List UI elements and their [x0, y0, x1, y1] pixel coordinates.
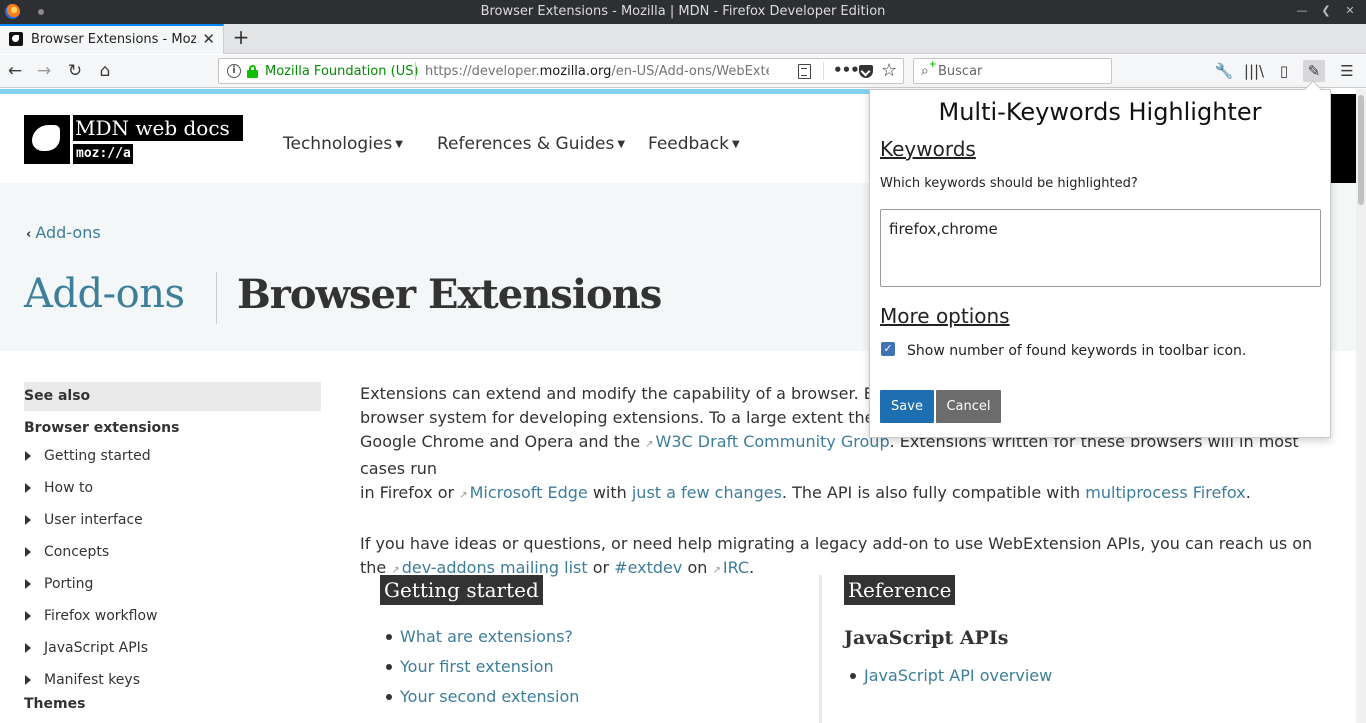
page-title: Browser Extensions	[237, 271, 662, 318]
new-tab-button[interactable]: +	[230, 26, 252, 48]
reload-icon[interactable]: ↻	[64, 60, 86, 82]
see-also-heading: See also	[24, 382, 321, 411]
getting-started-heading: Getting started	[380, 575, 543, 605]
getting-started-section: Getting started What are extensions? You…	[380, 575, 800, 712]
library-icon[interactable]: |||\	[1243, 60, 1265, 82]
tab-strip: Browser Extensions - Mozilla | MDN ✕ +	[0, 24, 1366, 54]
popup-title: Multi-Keywords Highlighter	[938, 98, 1262, 126]
reference-section: Reference JavaScript APIs JavaScript API…	[844, 575, 1324, 691]
sidebar-item-firefox-workflow[interactable]: Firefox workflow	[24, 600, 321, 632]
url-actions-separator	[823, 62, 824, 80]
sidebar: See also Browser extensions Getting star…	[24, 382, 321, 712]
sidebar-item-concepts[interactable]: Concepts	[24, 536, 321, 568]
add-search-engine-icon: +	[929, 60, 937, 70]
link-what-are-extensions[interactable]: What are extensions?	[386, 622, 800, 652]
link-w3c-group[interactable]: W3C Draft Community Group	[656, 432, 890, 451]
sidebar-item-user-interface[interactable]: User interface	[24, 504, 321, 536]
multi-keywords-highlighter-popup: Multi-Keywords Highlighter Keywords Whic…	[869, 80, 1331, 438]
external-link-icon: ↗	[459, 490, 468, 501]
sidebar-item-themes[interactable]: Themes	[24, 696, 321, 712]
highlighter-pencil-icon[interactable]: ✎	[1303, 60, 1325, 82]
parent-section-title[interactable]: Add-ons	[24, 271, 185, 317]
pocket-icon[interactable]	[859, 65, 873, 78]
mdn-favicon-icon	[9, 32, 23, 46]
forward-icon[interactable]: →	[33, 60, 55, 82]
sidebar-group-heading[interactable]: Browser extensions	[24, 420, 321, 436]
keywords-textarea[interactable]: firefox,chrome	[880, 209, 1321, 287]
close-window-icon[interactable]: ✕	[1342, 3, 1358, 19]
os-titlebar: Browser Extensions - Mozilla | MDN - Fir…	[0, 0, 1366, 24]
developer-tools-wrench-icon[interactable]: 🔧	[1213, 60, 1235, 82]
mozilla-wordmark: moz://a	[73, 144, 133, 164]
sidebar-item-manifest-keys[interactable]: Manifest keys	[24, 664, 321, 696]
site-identity[interactable]: Mozilla Foundation (US)	[265, 64, 419, 79]
hamburger-menu-icon[interactable]: ☰	[1336, 60, 1358, 82]
caret-down-icon: ▼	[731, 139, 740, 150]
back-icon[interactable]: ←	[4, 60, 26, 82]
mdn-wordmark: MDN web docs	[73, 115, 243, 141]
restore-icon[interactable]: ❮	[1318, 3, 1334, 19]
nav-feedback[interactable]: Feedback ▼	[648, 134, 740, 154]
reader-view-icon[interactable]	[798, 64, 811, 79]
save-button[interactable]: Save	[880, 390, 934, 423]
header-search-area[interactable]	[1330, 94, 1356, 183]
reference-heading: Reference	[844, 575, 956, 605]
window-title: Browser Extensions - Mozilla | MDN - Fir…	[480, 4, 886, 19]
link-multiprocess-firefox[interactable]: multiprocess Firefox	[1085, 483, 1245, 502]
mdn-dino-icon	[24, 115, 70, 164]
keywords-question: Which keywords should be highlighted?	[880, 176, 1138, 191]
lock-icon[interactable]	[247, 65, 258, 78]
page-scrollbar[interactable]	[1356, 89, 1366, 723]
tab-label: Browser Extensions - Mozilla | MDN	[31, 32, 196, 47]
home-icon[interactable]: ⌂	[94, 60, 116, 82]
caret-down-icon: ▼	[617, 139, 626, 150]
search-icon[interactable]: ⌕	[921, 63, 929, 79]
breadcrumb[interactable]: ‹ Add-ons	[26, 223, 101, 242]
scrollbar-thumb[interactable]	[1358, 95, 1364, 205]
more-options-heading: More options	[880, 304, 1010, 328]
keywords-heading: Keywords	[880, 137, 976, 161]
sidebar-item-getting-started[interactable]: Getting started	[24, 440, 321, 472]
title-divider	[216, 272, 217, 324]
navigation-toolbar: ← → ↻ ⌂ i Mozilla Foundation (US) https:…	[0, 55, 1366, 88]
link-your-second-extension[interactable]: Your second extension	[386, 682, 800, 712]
tab-close-icon[interactable]: ✕	[202, 30, 215, 48]
show-count-label[interactable]: Show number of found keywords in toolbar…	[907, 343, 1246, 359]
sidebar-toggle-icon[interactable]: ▯	[1273, 60, 1295, 82]
mdn-logo[interactable]: MDN web docs moz://a	[24, 115, 243, 164]
link-your-first-extension[interactable]: Your first extension	[386, 652, 800, 682]
column-divider	[819, 575, 822, 723]
search-placeholder: Buscar	[938, 64, 983, 79]
cancel-button[interactable]: Cancel	[936, 390, 1001, 423]
page-actions-menu-icon[interactable]: •••	[833, 61, 860, 79]
chevron-left-icon: ‹	[26, 227, 32, 242]
tab-browser-extensions[interactable]: Browser Extensions - Mozilla | MDN ✕	[0, 24, 224, 54]
link-just-a-few-changes[interactable]: just a few changes	[632, 483, 782, 502]
show-count-checkbox[interactable]: ✓	[881, 342, 895, 356]
site-info-icon[interactable]: i	[227, 64, 241, 78]
sidebar-item-how-to[interactable]: How to	[24, 472, 321, 504]
url-text[interactable]: https://developer.mozilla.org/en-US/Add-…	[425, 64, 769, 79]
bookmark-star-icon[interactable]: ☆	[881, 60, 897, 81]
link-javascript-api-overview[interactable]: JavaScript API overview	[850, 661, 1324, 691]
url-bar[interactable]: i Mozilla Foundation (US) https://develo…	[218, 58, 904, 84]
sidebar-item-javascript-apis[interactable]: JavaScript APIs	[24, 632, 321, 664]
minimize-icon[interactable]: —	[1294, 3, 1310, 19]
sidebar-item-porting[interactable]: Porting	[24, 568, 321, 600]
external-link-icon: ↗	[645, 439, 654, 450]
nav-technologies[interactable]: Technologies ▼	[283, 134, 403, 154]
link-microsoft-edge[interactable]: Microsoft Edge	[470, 483, 588, 502]
search-bar[interactable]: ⌕ + Buscar	[913, 58, 1112, 84]
javascript-apis-subheading: JavaScript APIs	[844, 627, 1009, 649]
nav-references-guides[interactable]: References & Guides ▼	[437, 134, 625, 154]
caret-down-icon: ▼	[395, 139, 403, 150]
url-separator	[415, 62, 416, 80]
